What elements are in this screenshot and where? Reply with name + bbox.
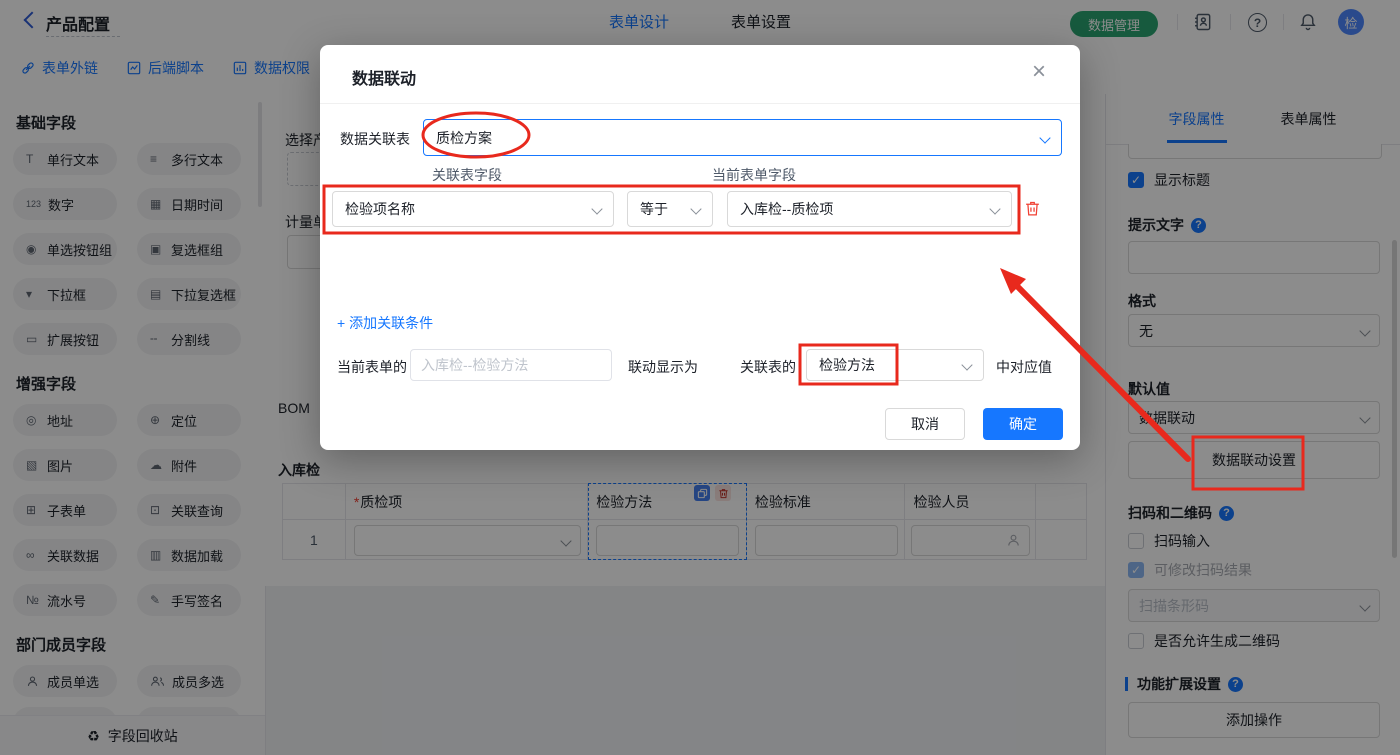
current-form-field-input[interactable]: 入库检--检验方法 <box>410 349 612 381</box>
related-field-header: 关联表字段 <box>432 167 502 183</box>
condition-target-select[interactable]: 入库检--质检项 <box>727 191 1012 227</box>
close-icon[interactable]: × <box>1032 60 1046 84</box>
current-form-label: 当前表单的 <box>337 359 407 375</box>
add-condition-label: 添加关联条件 <box>349 315 434 331</box>
suffix-label: 中对应值 <box>996 359 1052 375</box>
condition-field-select[interactable]: 检验项名称 <box>332 191 614 227</box>
data-linkage-modal: 数据联动 × 数据关联表 质检方案 关联表字段 当前表单字段 检验项名称 等于 … <box>320 45 1080 450</box>
current-field-header: 当前表单字段 <box>712 167 796 183</box>
relation-table-value: 质检方案 <box>436 129 492 146</box>
app-root: 产品配置 表单设计 表单设置 数据管理 ? 检 表单外链 后端脚本 数据权限 基… <box>0 0 1400 755</box>
related-table-label: 关联表的 <box>740 359 796 375</box>
modal-header-divider <box>320 103 1080 104</box>
condition-target-value: 入库检--质检项 <box>740 201 834 217</box>
related-field-value: 检验方法 <box>819 357 875 373</box>
condition-field-value: 检验项名称 <box>345 201 415 217</box>
related-field-select[interactable]: 检验方法 <box>806 349 984 381</box>
confirm-button[interactable]: 确定 <box>983 408 1063 440</box>
cancel-button[interactable]: 取消 <box>885 408 965 440</box>
linkage-show-label: 联动显示为 <box>628 359 698 375</box>
relation-table-select[interactable]: 质检方案 <box>423 119 1062 156</box>
add-condition-link[interactable]: + 添加关联条件 <box>337 313 433 333</box>
delete-condition-icon[interactable] <box>1024 200 1041 220</box>
relation-table-label: 数据关联表 <box>340 131 410 147</box>
condition-operator-value: 等于 <box>640 201 668 217</box>
modal-title: 数据联动 <box>352 71 417 88</box>
current-form-field-value: 入库检--检验方法 <box>421 357 529 373</box>
plus-icon: + <box>337 315 346 331</box>
condition-operator-select[interactable]: 等于 <box>627 191 713 227</box>
